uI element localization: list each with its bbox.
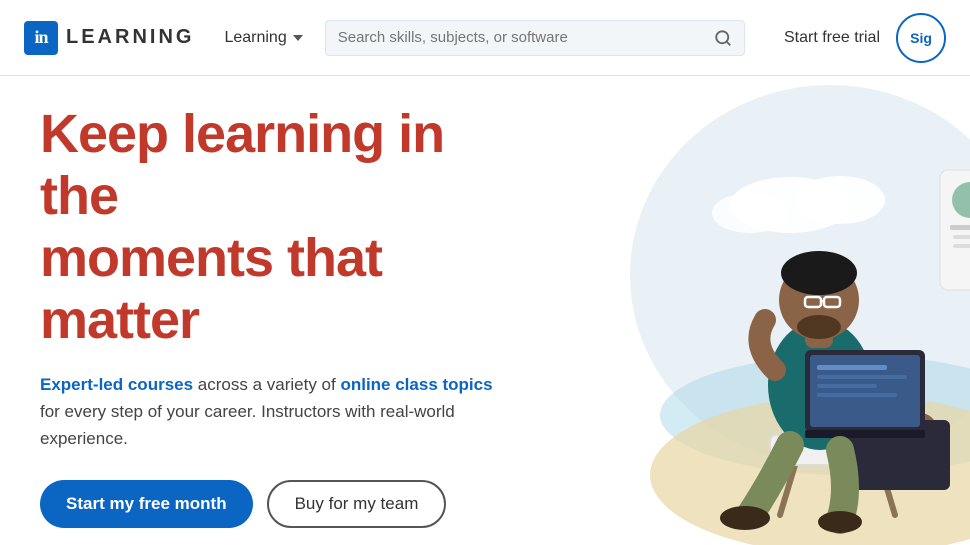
chevron-down-icon [293,35,303,41]
search-icon [714,29,732,47]
hero-illustration [560,76,970,545]
learning-nav-dropdown[interactable]: Learning [210,21,316,55]
hero-subtext-highlight1: Expert-led courses [40,375,193,394]
hero-buttons: Start my free month Buy for my team [40,480,536,528]
hero-subtext-part2: across a variety of [193,375,340,394]
buy-for-team-button[interactable]: Buy for my team [267,480,447,528]
hero-headline: Keep learning in the moments that matter [40,103,536,351]
sign-in-button[interactable]: Sig [896,13,946,63]
hero-headline-line1: Keep learning in the [40,104,444,226]
header: in LEARNING Learning Start free trial Si… [0,0,970,76]
header-right: Start free trial Sig [784,13,946,63]
nav-dropdown-label: Learning [224,29,286,47]
hero-subtext-part3: for every step of your career. Instructo… [40,402,455,448]
logo-area: in LEARNING [24,21,194,55]
search-input[interactable] [338,29,706,46]
hero-subtext: Expert-led courses across a variety of o… [40,371,510,453]
hero-headline-line2: moments that matter [40,228,382,350]
illustration-wrapper [560,76,970,545]
hero-illustration-svg [560,76,970,545]
hero-subtext-highlight2: online class topics [340,375,492,394]
linkedin-logo-icon: in [24,21,58,55]
hero-content: Keep learning in the moments that matter… [0,76,560,545]
hero-section: Keep learning in the moments that matter… [0,76,970,545]
start-free-trial-button[interactable]: Start free trial [784,29,880,47]
start-free-month-button[interactable]: Start my free month [40,480,253,528]
search-container [325,20,745,56]
logo-text: LEARNING [66,26,194,49]
